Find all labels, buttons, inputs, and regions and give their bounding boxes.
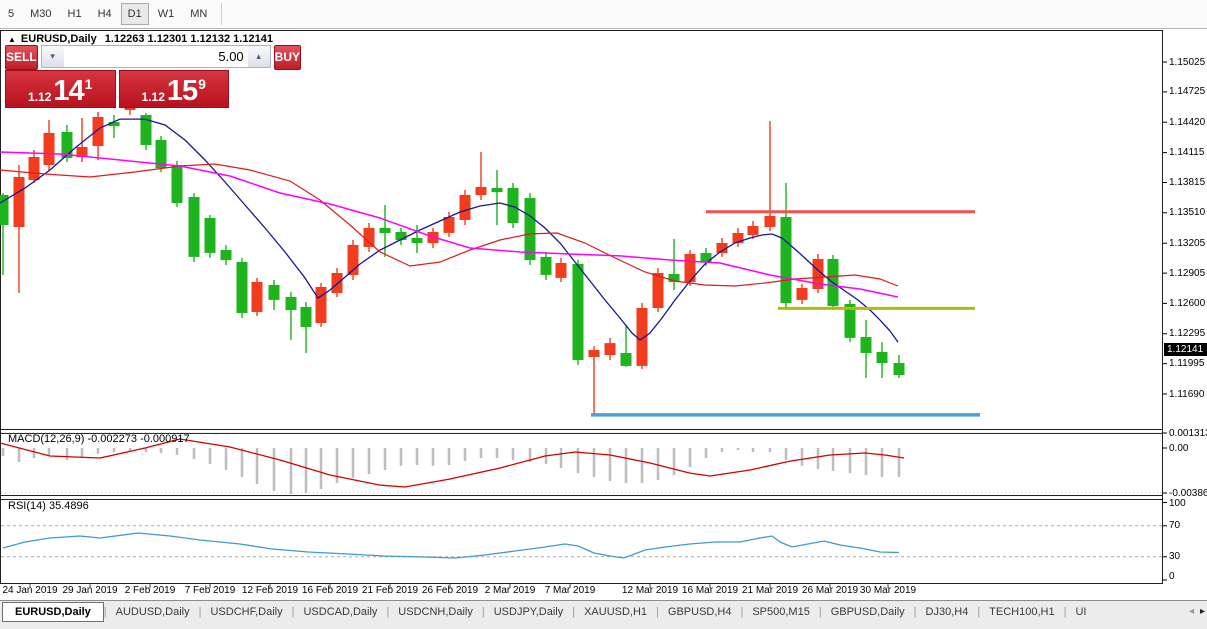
time-axis-label: 24 Jan 2019 bbox=[2, 585, 57, 596]
trade-prices-row: 1.12 14 1 1.12 15 9 bbox=[5, 70, 229, 108]
chart-symbol-label: EURUSD,Daily bbox=[21, 33, 97, 45]
buy-price-pip: 9 bbox=[198, 76, 206, 92]
timeframe-button-5[interactable]: 5 bbox=[1, 3, 21, 25]
chart-tab-dj30-h4[interactable]: DJ30,H4 bbox=[917, 602, 978, 622]
timeframe-button-h4[interactable]: H4 bbox=[91, 3, 119, 25]
timeframe-button-mn[interactable]: MN bbox=[183, 3, 214, 25]
sell-price-prefix: 1.12 bbox=[28, 90, 51, 104]
rsi-axis-label: 0 bbox=[1169, 571, 1175, 582]
time-axis-label: 29 Jan 2019 bbox=[62, 585, 117, 596]
time-axis-label: 21 Feb 2019 bbox=[362, 585, 418, 596]
sell-button[interactable]: SELL bbox=[5, 45, 38, 70]
tab-scroll-right-icon[interactable]: ▸ bbox=[1200, 606, 1205, 617]
time-axis-label: 7 Feb 2019 bbox=[185, 585, 236, 596]
time-axis-label: 26 Feb 2019 bbox=[422, 585, 478, 596]
price-axis-label: 1.12295 bbox=[1169, 328, 1205, 339]
price-axis-label: 1.13205 bbox=[1169, 238, 1205, 249]
buy-price-box[interactable]: 1.12 15 9 bbox=[119, 70, 230, 108]
chart-tab-bar: EURUSD,Daily|AUDUSD,Daily|USDCHF,Daily|U… bbox=[0, 600, 1207, 629]
chart-tab-tech100-h1[interactable]: TECH100,H1 bbox=[980, 602, 1063, 622]
chart-tab-gbpusd-daily[interactable]: GBPUSD,Daily bbox=[822, 602, 914, 622]
trading-terminal-window: 5M30H1H4D1W1MN ▲ EURUSD,Daily 1.12263 1.12… bbox=[0, 0, 1207, 629]
chart-tab-usdcad-daily[interactable]: USDCAD,Daily bbox=[294, 602, 386, 622]
price-axis-label: 1.15025 bbox=[1169, 57, 1205, 68]
chart-tab-usdcnh-daily[interactable]: USDCNH,Daily bbox=[389, 602, 482, 622]
timeframe-button-w1[interactable]: W1 bbox=[151, 3, 182, 25]
chart-title: ▲ EURUSD,Daily 1.12263 1.12301 1.12132 1.1… bbox=[8, 33, 273, 45]
price-axis-label: 1.11995 bbox=[1169, 358, 1204, 369]
macd-indicator-label: MACD(12,26,9) -0.002273 -0.000917 bbox=[8, 433, 190, 445]
chart-tab-audusd-daily[interactable]: AUDUSD,Daily bbox=[107, 602, 199, 622]
time-axis-label: 26 Mar 2019 bbox=[802, 585, 858, 596]
price-axis-label: 1.13510 bbox=[1169, 207, 1205, 218]
chart-plot-area[interactable] bbox=[0, 30, 1163, 583]
time-axis-label: 12 Feb 2019 bbox=[242, 585, 298, 596]
current-price-tag: 1.12141 bbox=[1164, 343, 1207, 356]
chart-tab-gbpusd-h4[interactable]: GBPUSD,H4 bbox=[659, 602, 741, 622]
time-axis-label: 2 Mar 2019 bbox=[485, 585, 536, 596]
price-axis[interactable]: 1.15025 1.14725 1.14420 1.14115 1.13815 1.135… bbox=[1163, 30, 1207, 583]
price-axis-label: 1.13815 bbox=[1169, 177, 1205, 188]
chart-tab-usdjpy-daily[interactable]: USDJPY,Daily bbox=[485, 602, 573, 622]
time-axis-label: 2 Feb 2019 bbox=[125, 585, 176, 596]
rsi-indicator-label: RSI(14) 35.4896 bbox=[8, 500, 89, 512]
price-axis-label: 1.12600 bbox=[1169, 298, 1205, 309]
chart-tab-sp500-m15[interactable]: SP500,M15 bbox=[743, 602, 818, 622]
price-axis-label: 1.12905 bbox=[1169, 268, 1205, 279]
price-axis-label: 1.14725 bbox=[1169, 86, 1205, 97]
chart-tabs: EURUSD,Daily|AUDUSD,Daily|USDCHF,Daily|U… bbox=[2, 602, 1095, 622]
price-axis-label: 1.14420 bbox=[1169, 117, 1205, 128]
volume-stepper: ▾ ▴ bbox=[41, 45, 271, 68]
buy-price-big: 15 bbox=[167, 78, 197, 104]
price-axis-label: 1.11690 bbox=[1169, 389, 1204, 400]
toolbar-separator bbox=[221, 3, 222, 25]
chart-tab-xauusd-h1[interactable]: XAUUSD,H1 bbox=[575, 602, 656, 622]
time-axis-label: 21 Mar 2019 bbox=[742, 585, 798, 596]
macd-axis-label: 0.00 bbox=[1169, 443, 1188, 454]
time-axis[interactable]: 24 Jan 2019 29 Jan 2019 2 Feb 2019 7 Feb 20… bbox=[0, 585, 1163, 599]
sell-price-pip: 1 bbox=[85, 76, 93, 92]
sell-price-big: 14 bbox=[53, 78, 83, 104]
chart-tab-eurusd-daily[interactable]: EURUSD,Daily bbox=[2, 602, 104, 622]
tab-scroll-arrows: ◂▸ bbox=[1189, 606, 1205, 617]
time-axis-label: 12 Mar 2019 bbox=[622, 585, 678, 596]
collapse-triangle-icon[interactable]: ▲ bbox=[8, 35, 16, 44]
macd-axis-label: 0.001313 bbox=[1169, 428, 1207, 439]
time-axis-label: 30 Mar 2019 bbox=[860, 585, 916, 596]
one-click-trading-panel: SELL ▾ ▴ BUY 1.12 14 1 1.12 15 9 bbox=[5, 45, 229, 108]
volume-increase-icon[interactable]: ▴ bbox=[248, 46, 270, 67]
volume-decrease-icon[interactable]: ▾ bbox=[42, 46, 64, 67]
rsi-axis-label: 70 bbox=[1169, 520, 1180, 531]
sell-price-box[interactable]: 1.12 14 1 bbox=[5, 70, 116, 108]
chart-tab-usdchf-daily[interactable]: USDCHF,Daily bbox=[201, 602, 291, 622]
rsi-axis-label: 30 bbox=[1169, 551, 1180, 562]
time-axis-label: 16 Mar 2019 bbox=[682, 585, 738, 596]
chart-tab-ui[interactable]: UI bbox=[1066, 602, 1095, 622]
volume-input[interactable] bbox=[64, 46, 248, 67]
timeframe-toolbar: 5M30H1H4D1W1MN bbox=[0, 0, 1207, 29]
timeframe-button-m30[interactable]: M30 bbox=[23, 3, 58, 25]
time-axis-label: 16 Feb 2019 bbox=[302, 585, 358, 596]
time-axis-label: 7 Mar 2019 bbox=[545, 585, 596, 596]
buy-button[interactable]: BUY bbox=[274, 45, 301, 70]
chart-ohlc-values: 1.12263 1.12301 1.12132 1.12141 bbox=[105, 33, 273, 45]
timeframe-button-d1[interactable]: D1 bbox=[121, 3, 149, 25]
trade-controls-row: SELL ▾ ▴ BUY bbox=[5, 45, 229, 68]
buy-price-prefix: 1.12 bbox=[142, 90, 165, 104]
timeframe-button-h1[interactable]: H1 bbox=[61, 3, 89, 25]
price-axis-label: 1.14115 bbox=[1169, 147, 1204, 158]
rsi-axis-label: 100 bbox=[1169, 498, 1186, 509]
tab-scroll-left-icon[interactable]: ◂ bbox=[1189, 606, 1194, 617]
